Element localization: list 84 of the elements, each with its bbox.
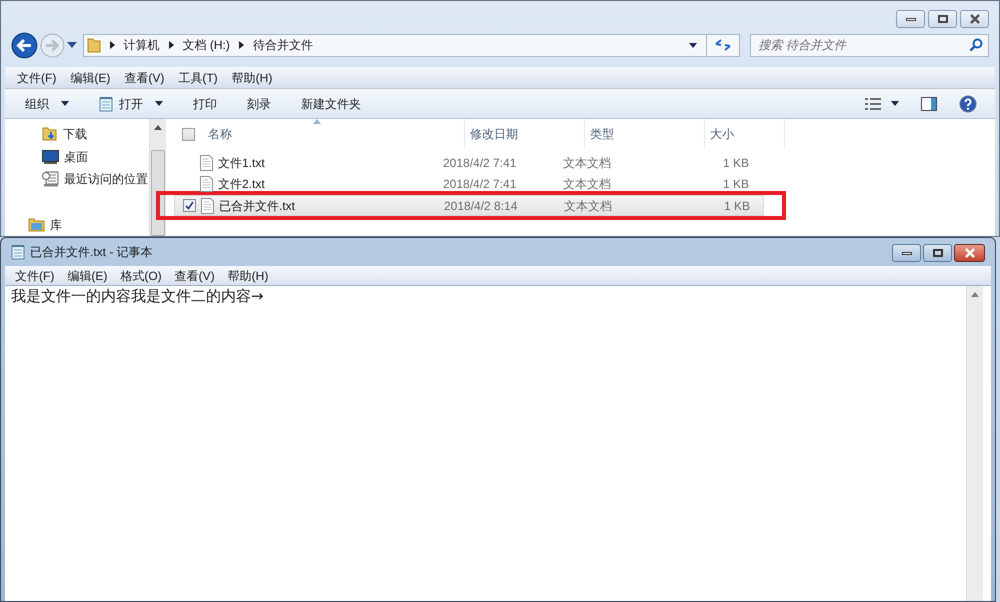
monitor-icon — [42, 150, 59, 164]
menu-item[interactable]: 查看(V) — [174, 266, 215, 284]
preview-pane-icon[interactable] — [921, 96, 937, 110]
menu-item[interactable]: 编辑(E) — [67, 266, 108, 284]
maximize-button[interactable] — [923, 244, 952, 262]
nav-item[interactable]: 最近访问的位置 — [64, 170, 148, 188]
history-dropdown-icon[interactable] — [66, 42, 77, 48]
selected-row[interactable]: 已合并文件.txt 2018/4/2 8:14 文本文档 1 KB — [174, 195, 764, 216]
text-file-icon — [200, 176, 213, 192]
view-options-icon[interactable] — [865, 98, 899, 110]
table-cell-text: 1 KB — [722, 154, 749, 172]
window-title: 已合并文件.txt - 记事本 — [30, 244, 153, 261]
menu-item[interactable]: 文件(F) — [15, 266, 54, 284]
close-icon — [964, 248, 976, 258]
toolbar-button[interactable]: 新建文件夹 — [301, 94, 361, 112]
toolbar-button[interactable]: 打开 — [99, 94, 163, 112]
minimize-icon — [906, 18, 916, 20]
close-button[interactable] — [954, 244, 985, 262]
notepad-icon — [99, 96, 113, 112]
computer-icon — [42, 171, 59, 188]
table-cell-text: 1 KB — [722, 176, 749, 192]
chevron-icon[interactable] — [238, 41, 244, 49]
toolbar-button[interactable]: 组织 — [25, 94, 69, 112]
caret-icon — [61, 101, 69, 106]
scrollbar[interactable] — [966, 286, 983, 601]
table-cell-text: 2018/4/2 8:14 — [444, 198, 518, 214]
column-header[interactable]: 大小 — [705, 119, 785, 149]
folder-icon — [86, 37, 101, 53]
chevron-icon[interactable] — [168, 41, 174, 49]
table-cell-text: 文件1.txt — [218, 154, 266, 172]
maximize-button[interactable] — [928, 10, 957, 28]
table-cell-text: 文本文档 — [563, 154, 612, 172]
column-header[interactable]: 类型 — [585, 119, 705, 149]
nav-item[interactable]: 库 — [50, 216, 62, 234]
menu-item[interactable]: 格式(O) — [120, 266, 162, 284]
address-bar[interactable]: 计算机 文档 (H:) 待合并文件 — [82, 34, 740, 56]
table-cell-text: 文本文档 — [563, 176, 612, 192]
menu-item[interactable]: 编辑(E) — [70, 68, 110, 86]
text-content[interactable]: 我是文件一的内容我是文件二的内容→ — [11, 287, 264, 305]
checkbox[interactable] — [183, 199, 196, 212]
toolbar-button[interactable]: 打印 — [193, 94, 217, 112]
maximize-icon — [938, 15, 948, 23]
refresh-icon[interactable] — [714, 38, 732, 52]
minimize-button[interactable] — [896, 10, 925, 28]
close-icon — [968, 14, 980, 24]
column-header[interactable]: 名称 — [203, 119, 465, 149]
breadcrumb[interactable]: 文档 (H:) — [182, 36, 230, 54]
column-header[interactable]: 修改日期 — [465, 119, 585, 149]
table-cell-text: 文件2.txt — [218, 176, 266, 192]
breadcrumb[interactable]: 待合并文件 — [252, 36, 313, 54]
table-cell-text: 2018/4/2 7:41 — [443, 176, 518, 192]
menu-item[interactable]: 工具(T) — [178, 68, 218, 86]
minimize-icon — [902, 252, 912, 254]
scroll-up-icon[interactable] — [154, 125, 162, 130]
checkbox[interactable] — [182, 128, 195, 140]
download-folder-icon — [42, 126, 58, 142]
menu-item[interactable]: 文件(F) — [17, 68, 56, 86]
toolbar-button[interactable]: 刻录 — [247, 94, 271, 112]
table-cell-text: 已合并文件.txt — [219, 198, 296, 214]
back-icon[interactable] — [11, 32, 38, 58]
scrollbar[interactable] — [149, 119, 166, 236]
text-file-icon — [201, 198, 214, 214]
menu-item[interactable]: 帮助(H) — [232, 68, 272, 86]
maximize-icon — [932, 249, 942, 257]
text-file-icon — [200, 154, 213, 170]
caret-icon — [155, 101, 163, 106]
nav-item[interactable]: 桌面 — [64, 148, 88, 166]
menu-item[interactable]: 帮助(H) — [228, 266, 268, 284]
chevron-icon[interactable] — [110, 41, 115, 49]
search-icon[interactable] — [968, 38, 983, 52]
menu-item[interactable]: 查看(V) — [124, 68, 164, 86]
nav-item[interactable]: 下载 — [63, 125, 87, 144]
table-cell-text: 1 KB — [722, 198, 750, 214]
table-cell-text: 2018/4/2 7:41 — [443, 154, 518, 172]
close-button[interactable] — [960, 10, 989, 28]
library-folder-icon — [28, 217, 45, 232]
help-icon[interactable] — [959, 94, 977, 112]
minimize-button[interactable] — [892, 244, 921, 262]
table-cell-text: 文本文档 — [564, 198, 613, 214]
dropdown-arrow-icon[interactable] — [688, 42, 697, 48]
notepad-icon — [11, 244, 25, 260]
scroll-up-icon[interactable] — [971, 292, 979, 297]
breadcrumb[interactable]: 计算机 — [124, 36, 160, 54]
search-field[interactable]: 搜索 待合并文件 — [750, 34, 989, 56]
